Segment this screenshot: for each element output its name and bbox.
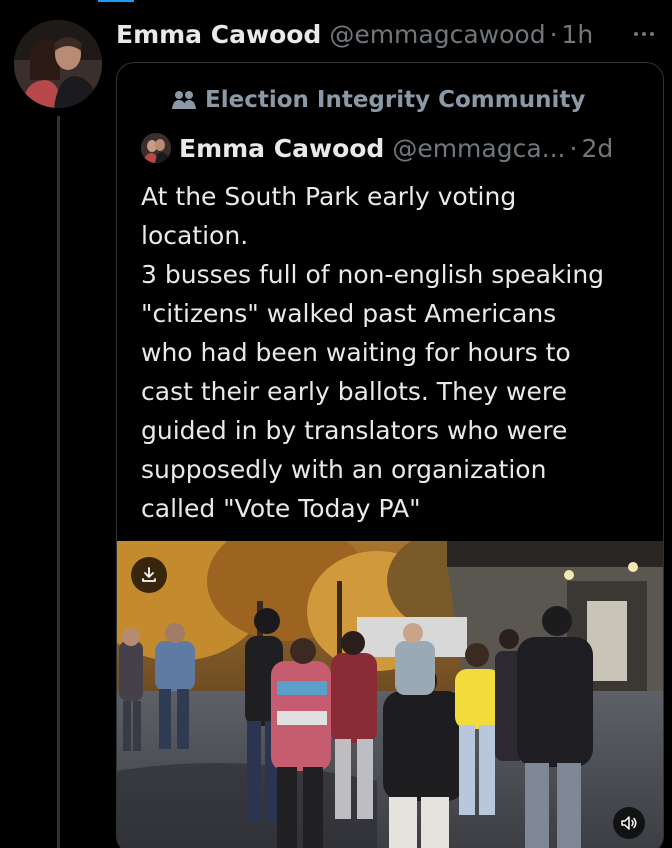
- more-dots-icon: [634, 32, 654, 36]
- quoted-header: Emma Cawood @emmagca... · 2d: [141, 129, 613, 167]
- quoted-post-time[interactable]: 2d: [581, 134, 613, 163]
- download-button[interactable]: [131, 557, 167, 593]
- quoted-post-text: At the South Park early voting location.…: [141, 182, 605, 523]
- volume-icon: [621, 816, 637, 830]
- author-handle[interactable]: @emmagcawood: [329, 20, 545, 49]
- community-people-icon: [172, 91, 196, 109]
- quoted-avatar[interactable]: [141, 133, 171, 163]
- quoted-author-handle[interactable]: @emmagca...: [392, 134, 565, 163]
- download-icon: [142, 567, 156, 582]
- more-button[interactable]: [624, 20, 664, 48]
- post-header: Emma Cawood @emmagcawood · 1h: [116, 14, 593, 54]
- tweet-page: Emma Cawood @emmagcawood · 1h Election I…: [0, 0, 672, 848]
- community-name: Election Integrity Community: [205, 87, 586, 113]
- avatar[interactable]: [14, 20, 102, 108]
- post-time[interactable]: 1h: [562, 20, 594, 49]
- quoted-separator-dot: ·: [569, 133, 578, 163]
- thread-line: [57, 116, 60, 848]
- author-name[interactable]: Emma Cawood: [116, 20, 321, 49]
- quoted-author-name[interactable]: Emma Cawood: [179, 134, 384, 163]
- avatar-photo: [14, 20, 102, 108]
- active-indicator: [98, 0, 134, 2]
- video-frame: [117, 541, 663, 848]
- video-player[interactable]: [117, 541, 663, 848]
- quoted-avatar-photo: [141, 133, 171, 163]
- separator-dot: ·: [549, 19, 558, 49]
- volume-button[interactable]: [613, 807, 645, 839]
- quoted-post[interactable]: Election Integrity Community Emma Cawood…: [116, 62, 664, 848]
- community-label[interactable]: Election Integrity Community: [171, 83, 585, 117]
